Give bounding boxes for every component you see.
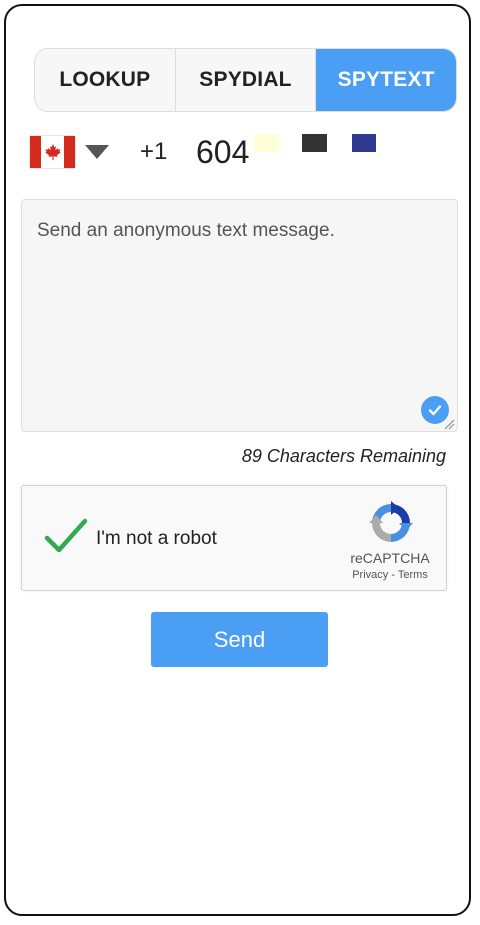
send-button[interactable]: Send (151, 612, 328, 667)
country-dropdown-caret-icon[interactable] (85, 145, 109, 159)
privacy-link[interactable]: Privacy (352, 569, 388, 581)
canada-flag-icon[interactable] (30, 136, 75, 168)
recaptcha-widget: I'm not a robot reCAPTCHA Privacy - Term… (21, 485, 447, 591)
link-separator: - (388, 569, 398, 581)
checkmark-icon[interactable] (44, 516, 88, 556)
tab-spytext[interactable]: SPYTEXT (316, 49, 456, 111)
tab-lookup[interactable]: LOOKUP (35, 49, 176, 111)
maple-leaf-icon (44, 143, 61, 161)
color-swatch-light (254, 134, 279, 152)
recaptcha-links: Privacy - Terms (322, 569, 458, 581)
resize-grip-icon[interactable] (444, 419, 455, 430)
recaptcha-label: I'm not a robot (96, 528, 217, 549)
tab-spydial[interactable]: SPYDIAL (176, 49, 317, 111)
recaptcha-brand: reCAPTCHA (350, 550, 430, 566)
dial-code: +1 (140, 138, 168, 165)
color-swatch-navy (352, 134, 376, 152)
message-textarea[interactable] (21, 199, 458, 432)
color-swatch-dark (302, 134, 327, 152)
characters-remaining-label: 89 Characters Remaining (241, 446, 446, 466)
recaptcha-logo-icon (369, 501, 413, 542)
phone-row: +1 (30, 130, 450, 174)
mode-tabs: LOOKUP SPYDIAL SPYTEXT (34, 48, 457, 112)
terms-link[interactable]: Terms (398, 569, 428, 581)
